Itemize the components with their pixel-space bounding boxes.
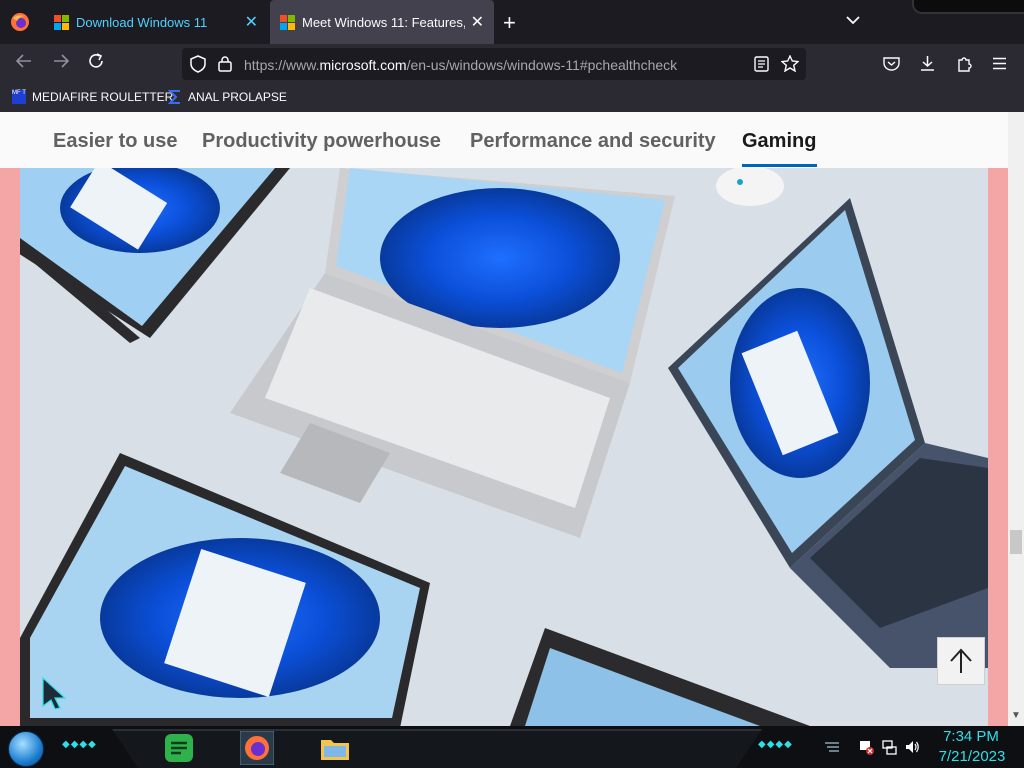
start-orb-button[interactable] (8, 731, 44, 767)
microsoft-favicon-icon (54, 15, 69, 30)
tab-title: Download Windows 11 (76, 14, 208, 30)
tab-title: Meet Windows 11: Features, Lo (302, 14, 465, 30)
scrollbar-thumb[interactable] (1010, 530, 1022, 554)
firefox-taskbar-icon[interactable] (240, 731, 274, 765)
microsoft-favicon-icon (280, 15, 295, 30)
bookmark-star-icon[interactable] (781, 55, 799, 72)
url-host: microsoft.com (319, 57, 407, 73)
pocket-icon[interactable] (883, 56, 900, 71)
reader-view-icon[interactable] (754, 56, 769, 72)
tab-gaming[interactable]: Gaming (742, 130, 816, 153)
clock-date[interactable]: 7/21/2023 (934, 748, 1010, 765)
volume-icon[interactable] (904, 739, 920, 755)
laptops-illustration (20, 168, 988, 726)
forward-button[interactable] (49, 52, 73, 76)
page-scrollbar[interactable] (1008, 112, 1024, 726)
page-viewport: Easier to use Productivity powerhouse Pe… (0, 112, 1024, 726)
left-pink-border (0, 168, 20, 726)
taskbar-app-frame (112, 729, 762, 768)
window-decoration (912, 0, 1024, 14)
shield-icon[interactable] (190, 55, 206, 73)
scroll-down-arrow-icon[interactable]: ▼ (1011, 710, 1021, 721)
hero-image-laptops (20, 168, 988, 726)
firefox-menu-icon[interactable] (10, 12, 30, 32)
close-tab-icon[interactable]: ✕ (471, 12, 484, 32)
file-explorer-icon[interactable] (318, 731, 352, 765)
new-tab-button[interactable]: + (503, 10, 516, 36)
mft-icon: MF T (12, 90, 26, 104)
network-icon[interactable] (881, 739, 897, 755)
mft-icon-text: MF T (12, 90, 26, 96)
back-to-top-button[interactable] (937, 637, 985, 685)
extensions-icon[interactable] (956, 55, 973, 72)
bookmark-anal-prolapse[interactable]: ANAL PROLAPSE (168, 90, 287, 104)
bookmark-label: ANAL PROLAPSE (188, 90, 287, 104)
tab-download-windows-11[interactable]: Download Windows 11 ✕ (44, 0, 268, 44)
back-button[interactable] (12, 52, 36, 76)
hamburger-menu-icon[interactable] (992, 57, 1007, 70)
url-prefix: https://www. (244, 57, 320, 73)
notes-app-icon[interactable] (162, 731, 196, 765)
bookmark-mediafire-rouletter[interactable]: MF T MEDIAFIRE ROULETTER (12, 90, 173, 104)
active-tab-underline (742, 164, 817, 167)
url-path: /en-us/windows/windows-11#pchealthcheck (406, 57, 678, 73)
taskbar-deco-left: ◆◆◆◆ (62, 739, 97, 750)
downloads-icon[interactable] (919, 55, 936, 72)
reload-button[interactable] (84, 52, 108, 76)
close-tab-icon[interactable]: ✕ (245, 12, 258, 32)
list-all-tabs-chevron-icon[interactable] (846, 12, 860, 30)
tray-lines-icon[interactable] (824, 739, 840, 755)
sigma-icon (168, 90, 180, 104)
arrow-up-icon (950, 648, 972, 673)
taskbar-deco-right: ◆◆◆◆ (758, 739, 793, 750)
tab-meet-windows-11[interactable]: Meet Windows 11: Features, Lo ✕ (270, 0, 494, 44)
action-center-flag-icon[interactable] (858, 739, 874, 755)
tab-performance-and-security[interactable]: Performance and security (470, 130, 716, 153)
tab-productivity-powerhouse[interactable]: Productivity powerhouse (202, 130, 441, 153)
tab-easier-to-use[interactable]: Easier to use (53, 130, 178, 153)
lock-icon[interactable] (218, 55, 232, 72)
clock-time[interactable]: 7:34 PM (940, 728, 1002, 745)
bookmark-label: MEDIAFIRE ROULETTER (32, 90, 174, 104)
right-pink-border (988, 168, 1008, 726)
mouse-cursor-icon (42, 676, 67, 710)
url-text[interactable]: https://www.microsoft.com/en-us/windows/… (244, 57, 677, 73)
